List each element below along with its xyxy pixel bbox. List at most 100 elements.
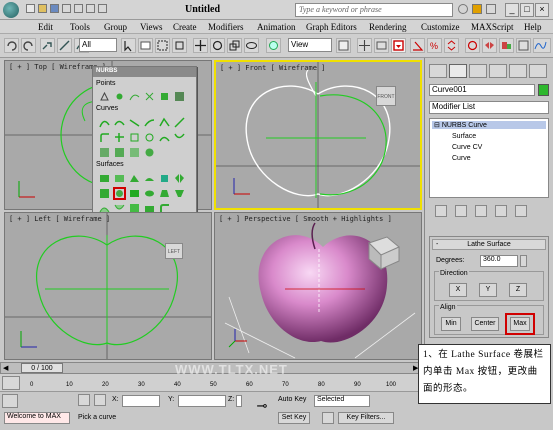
fillet-curve-icon[interactable] [99,132,110,143]
blend-surface-icon[interactable] [144,173,155,184]
select-and-move-icon[interactable] [193,38,208,53]
maximize-button[interactable]: □ [520,3,534,17]
chamfer-curve-icon[interactable] [174,117,185,128]
stack-item-curve[interactable]: Curve [452,155,471,162]
menu-edit[interactable]: Edit [38,22,53,32]
set-key-mode-key-icon[interactable]: ⊸ [252,398,272,420]
curve-editor-icon[interactable] [533,38,551,53]
window-crossing-icon[interactable] [172,38,187,53]
extrude-surface-icon[interactable] [99,188,110,199]
degrees-spinner[interactable] [520,255,527,267]
pivot-center-icon[interactable] [336,38,351,53]
curve-point-icon[interactable] [129,91,140,102]
direction-x-button[interactable]: X [449,283,467,297]
surface-curve-point-icon[interactable] [174,91,185,102]
blend-curve-icon[interactable] [129,117,140,128]
undo-icon[interactable] [4,38,19,53]
cap-surface-icon[interactable] [144,188,155,199]
selection-lock-icon[interactable] [78,394,90,406]
unlink-icon[interactable] [57,38,72,53]
redo-icon[interactable] [74,4,83,13]
help-icon[interactable] [486,4,496,14]
y-coordinate-field[interactable] [178,395,226,407]
point-surface-icon[interactable] [114,173,125,184]
lathe-surface-icon[interactable] [113,187,126,200]
select-object-icon[interactable] [121,38,136,53]
menu-animation[interactable]: Animation [257,22,296,32]
menu-help[interactable]: Help [524,22,542,32]
transform-surface-icon[interactable] [129,173,140,184]
u-loft-surface-icon[interactable] [159,188,170,199]
menu-create[interactable]: Create [173,22,196,32]
mirror-curve-icon[interactable] [159,117,170,128]
search-input[interactable]: Type a keyword or phrase [295,3,453,17]
layer-manager-icon[interactable] [516,38,531,53]
stack-item-nurbs-curve[interactable]: ⊟ NURBS Curve [432,121,546,129]
search-icon[interactable] [458,4,468,14]
object-color-swatch[interactable] [538,84,549,96]
rollout-header[interactable]: - Lathe Surface [432,239,546,250]
offset-surface-icon[interactable] [159,173,170,184]
reference-coordinate-select[interactable]: View [288,38,332,52]
key-filters-icon[interactable] [322,412,334,424]
menu-views[interactable]: Views [140,22,162,32]
nurbs-toolbox[interactable]: NURBS Points Curves Surfaces [92,66,197,229]
close-button[interactable]: × [535,3,549,17]
show-end-result-icon[interactable] [455,205,467,217]
surface-offset-curve-icon[interactable] [129,147,140,158]
absolute-mode-icon[interactable] [94,394,106,406]
object-name-field[interactable]: Curve001 [429,84,535,96]
point-curve-on-surface-icon[interactable] [114,147,125,158]
vector-projected-curve-icon[interactable] [174,132,185,143]
direction-z-button[interactable]: Z [509,283,527,297]
select-and-uniform-scale-icon[interactable] [357,38,372,53]
rollout-collapse-icon[interactable]: - [436,240,438,249]
viewport-left[interactable]: [ + ] Left [ Wireframe ] LEFT [4,212,212,360]
viewcube-front[interactable]: FRONT [376,86,396,106]
set-key-button[interactable]: Set Key [278,412,310,424]
menu-customize[interactable]: Customize [421,22,460,32]
selection-set-dropdown[interactable]: Selected [314,395,370,407]
minimize-button[interactable]: _ [505,3,519,17]
named-selection-icon[interactable] [465,38,480,53]
menu-maxscript[interactable]: MAXScript [471,22,514,32]
normal-projected-curve-icon[interactable] [159,132,170,143]
hierarchy-tab-icon[interactable] [469,64,487,78]
configure-modifier-sets-icon[interactable] [515,205,527,217]
align-max-button[interactable]: Max [510,317,530,331]
save-file-icon[interactable] [50,4,59,13]
angle-snap-icon[interactable] [410,38,425,53]
select-by-name-icon[interactable] [138,38,153,53]
stack-item-curve-cv[interactable]: Curve CV [452,144,482,151]
auto-key-button[interactable]: Auto Key [278,396,306,403]
display-tab-icon[interactable] [509,64,527,78]
stack-item-surface[interactable]: Surface [452,133,476,140]
uv-loft-surface-icon[interactable] [174,188,185,199]
selection-filter-select[interactable]: All [79,38,117,52]
menu-group[interactable]: Group [104,22,127,32]
create-tab-icon[interactable] [429,64,447,78]
open-file-icon[interactable] [38,4,47,13]
degrees-input[interactable]: 360.0 [480,255,518,267]
spinner-snap-icon[interactable] [444,38,459,53]
select-and-rotate-icon[interactable] [210,38,225,53]
offset-curve-icon[interactable] [144,117,155,128]
rect-selection-region-icon[interactable] [155,38,170,53]
new-file-icon[interactable] [26,4,35,13]
select-and-link-icon[interactable] [40,38,55,53]
make-unique-icon[interactable] [475,205,487,217]
surface-edge-curve-icon[interactable] [144,147,155,158]
select-and-squash-icon[interactable] [244,38,259,53]
point-curve-icon[interactable] [114,117,125,128]
cv-curve-icon[interactable] [99,117,110,128]
menu-graph-editors[interactable]: Graph Editors [306,22,357,32]
maxscript-listener-icon[interactable] [2,394,18,408]
select-and-scale-icon[interactable] [227,38,242,53]
v-iso-curve-icon[interactable] [144,132,155,143]
ruled-surface-icon[interactable] [129,188,140,199]
surface-point-icon[interactable] [159,91,170,102]
redo-icon[interactable] [21,38,36,53]
cv-curve-on-surface-icon[interactable] [99,147,110,158]
maxscript-mini-listener[interactable]: Welcome to MAX [4,412,70,424]
direction-y-button[interactable]: Y [479,283,497,297]
